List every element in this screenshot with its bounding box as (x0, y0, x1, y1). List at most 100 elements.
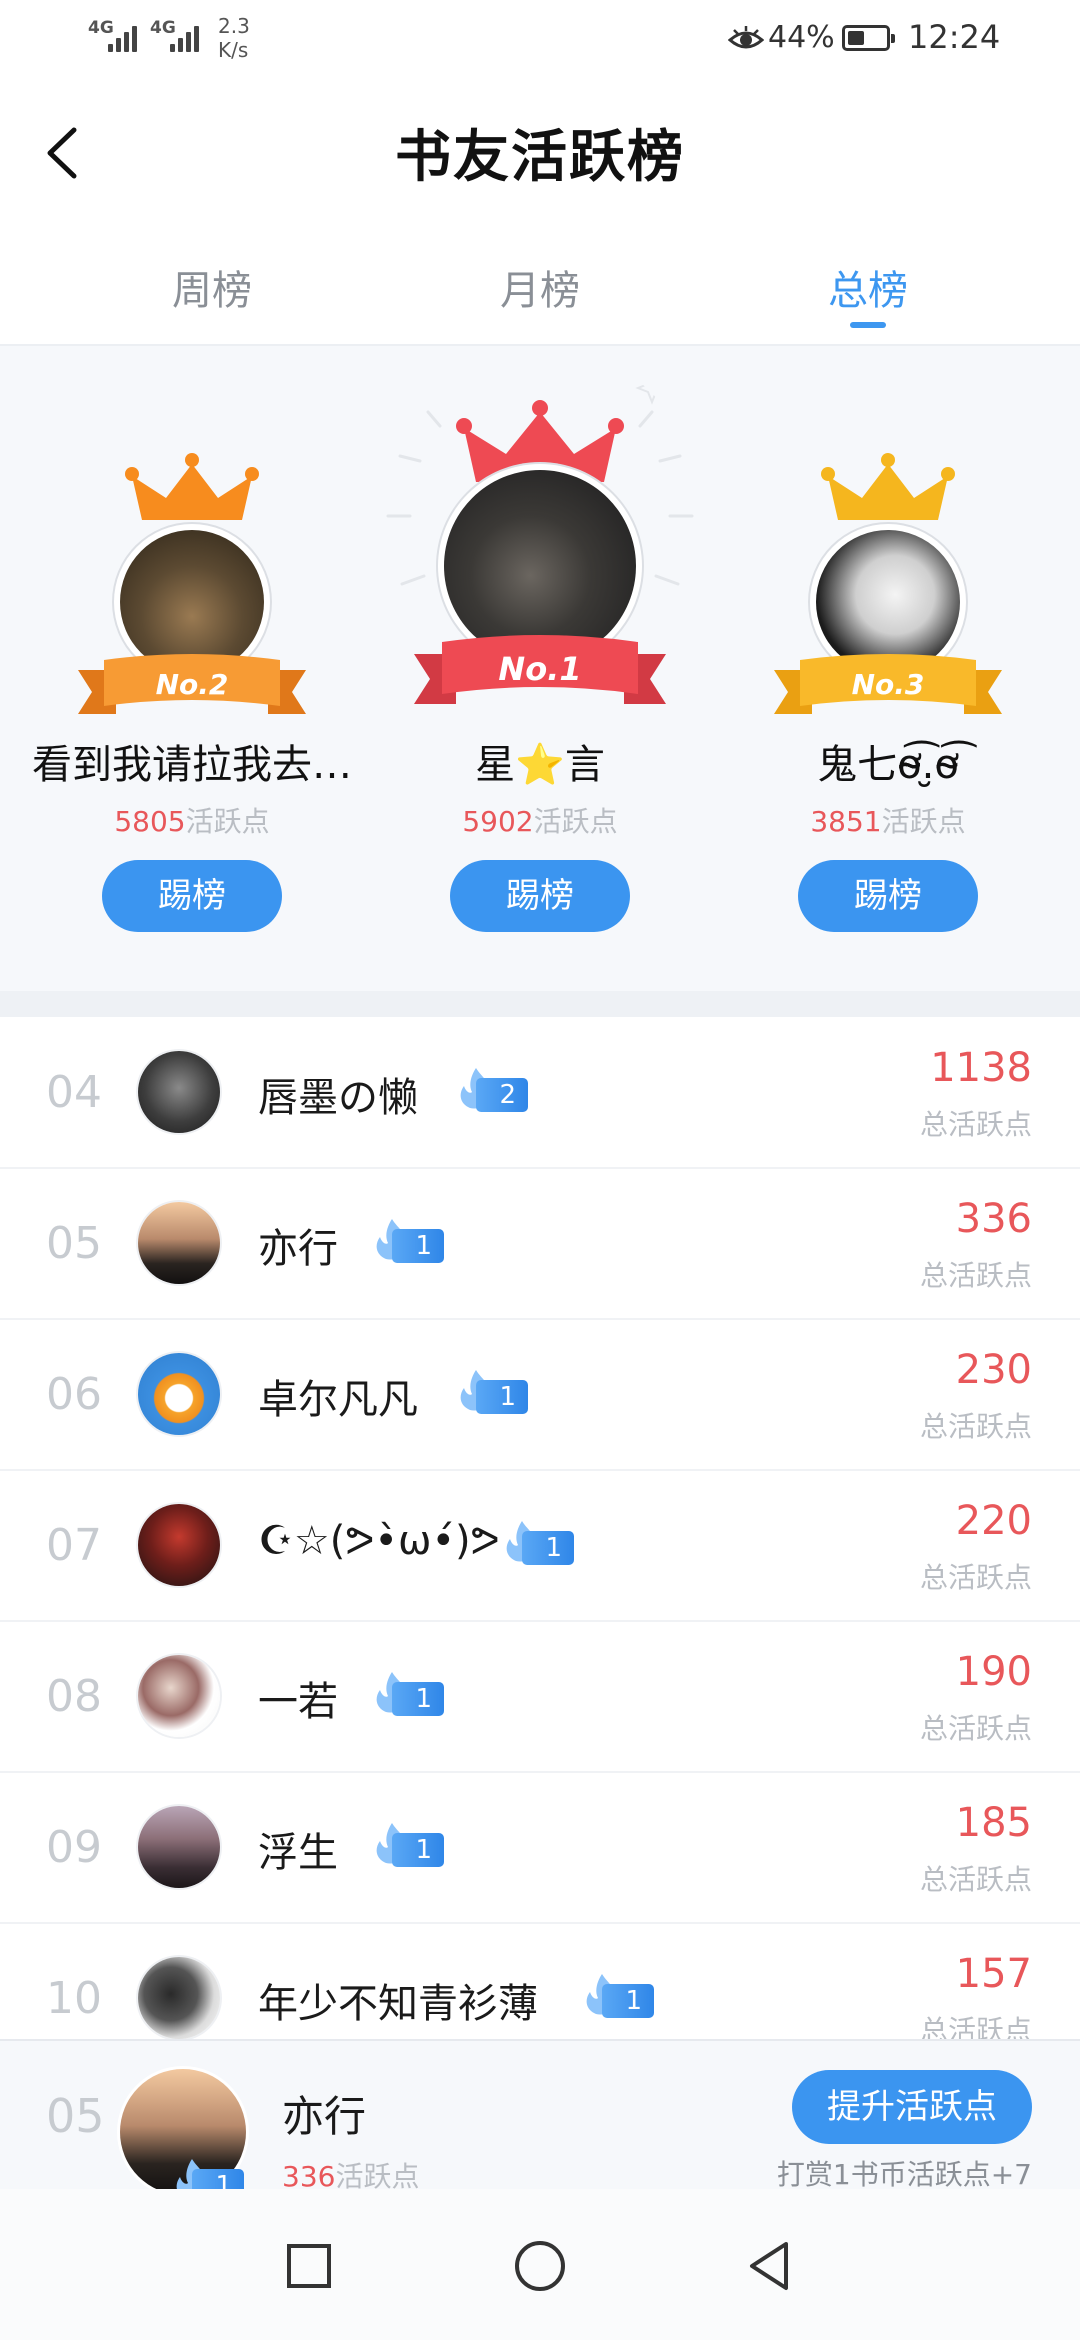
rank-number: 08 (46, 1671, 102, 1722)
clock: 12:24 (908, 18, 1001, 56)
crown-icon (125, 453, 259, 520)
list-item[interactable]: 09 浮生 1 185 总活跃点 (0, 1772, 1080, 1924)
user-name: 年少不知青衫薄 (258, 1981, 538, 2027)
points-value: 220 (955, 1498, 1032, 1544)
system-nav-bar (0, 2189, 1080, 2340)
rank-number: 04 (46, 1067, 102, 1118)
rank-number: 10 (46, 1973, 102, 2024)
ranking-tabs: 周榜 月榜 总榜 (0, 240, 1080, 346)
podium-first: No.1 星⭐言 5902活跃点 踢榜 (360, 346, 720, 991)
avatar[interactable] (138, 1806, 220, 1888)
my-rank-number: 05 (46, 2089, 105, 2143)
points-unit: 活跃点 (533, 805, 618, 838)
list-item[interactable]: 04 唇墨の懒 2 1138 总活跃点 (0, 1017, 1080, 1169)
podium-name: 星⭐言 (475, 742, 605, 788)
avatar[interactable] (138, 1202, 220, 1284)
points-unit: 活跃点 (881, 805, 966, 838)
points-value: 157 (955, 1951, 1032, 1997)
podium-points: 5805活跃点 (12, 800, 372, 840)
list-item[interactable]: 08 一若 1 190 总活跃点 (0, 1621, 1080, 1773)
network-speed: 2.3 K/s (218, 14, 250, 62)
level-number: 1 (476, 1380, 528, 1414)
signal-icon (170, 22, 200, 52)
home-circle-icon[interactable] (505, 2231, 575, 2301)
eye-icon (728, 26, 764, 49)
avatar[interactable] (138, 1051, 220, 1133)
level-number: 1 (602, 1984, 654, 2018)
podium-second: No.2 看到我请拉我去… 5805活跃点 踢榜 (12, 346, 372, 991)
points-value: 3851 (810, 805, 882, 838)
rank-number: 07 (46, 1520, 102, 1571)
section-divider (0, 991, 1080, 1017)
points-label: 总活跃点 (919, 2014, 1032, 2039)
points-value: 190 (955, 1649, 1032, 1695)
list-item[interactable]: 05 亦行 1 336 总活跃点 (0, 1168, 1080, 1320)
page-title: 书友活跃榜 (395, 124, 685, 190)
rank-ribbon-2: No.2 (78, 654, 306, 714)
signal-icon (108, 22, 138, 52)
battery-percent: 44% (768, 20, 835, 55)
points-value: 336 (955, 1196, 1032, 1242)
points-value: 5805 (114, 805, 186, 838)
podium-third: No.3 鬼七ơ̴̴̴̴̴̴͡.̮ơ̴̴͡ 3851活跃点 踢榜 (708, 346, 1068, 991)
rank-number: 09 (46, 1822, 102, 1873)
podium-points: 3851活跃点 (708, 800, 1068, 840)
podium-name: 鬼七ơ̴̴̴̴̴̴͡.̮ơ̴̴͡ (817, 742, 959, 788)
points-value: 185 (955, 1800, 1032, 1846)
points-unit: 活跃点 (185, 805, 270, 838)
battery-icon (842, 25, 895, 51)
points-label: 总活跃点 (919, 1108, 1032, 1141)
tab-weekly[interactable]: 周榜 (112, 258, 312, 316)
user-name: 唇墨の懒 (258, 1075, 418, 1121)
rank-ribbon-3: No.3 (774, 654, 1002, 714)
level-number: 1 (392, 1682, 444, 1716)
level-number: 1 (392, 1229, 444, 1263)
user-name: ☪☆(ᕗ•̀ω•́)ᕗ (258, 1518, 500, 1564)
my-name: 亦行 (282, 2092, 367, 2141)
list-item[interactable]: 10 年少不知青衫薄 1 157 总活跃点 (0, 1923, 1080, 2039)
kick-button[interactable]: 踢榜 (798, 860, 978, 932)
points-label: 总活跃点 (919, 1863, 1032, 1896)
kick-button[interactable]: 踢榜 (450, 860, 630, 932)
rank-badge-1: No.1 (498, 650, 581, 688)
avatar[interactable] (138, 1655, 220, 1737)
podium-top3: No.2 看到我请拉我去… 5805活跃点 踢榜 No.1 星⭐言 5902活跃… (0, 346, 1080, 991)
level-number: 1 (522, 1531, 574, 1565)
crown-icon (821, 453, 955, 520)
points-label: 总活跃点 (919, 1712, 1032, 1745)
rank-badge-3: No.3 (852, 668, 925, 701)
points-label: 总活跃点 (919, 1561, 1032, 1594)
my-rank-bar: 05 1 亦行 336活跃点 提升活跃点 打赏1书币活跃点+7 (0, 2039, 1080, 2203)
avatar[interactable] (138, 1957, 220, 2039)
speed-value: 2.3 (218, 14, 250, 38)
rank-number: 06 (46, 1369, 102, 1420)
speed-unit: K/s (218, 38, 249, 62)
rank-number: 05 (46, 1218, 102, 1269)
rank-badge-2: No.2 (156, 668, 229, 701)
points-value: 1138 (930, 1045, 1032, 1091)
user-name: 一若 (258, 1679, 338, 1725)
back-triangle-icon[interactable] (736, 2231, 806, 2301)
points-label: 总活跃点 (919, 1259, 1032, 1292)
battery-level (848, 31, 864, 45)
boost-hint: 打赏1书币活跃点+7 (776, 2158, 1032, 2191)
podium-name: 看到我请拉我去… (32, 742, 352, 788)
tab-total[interactable]: 总榜 (768, 258, 968, 316)
avatar[interactable] (138, 1504, 220, 1586)
rank-ribbon-1: No.1 (414, 635, 666, 704)
list-item[interactable]: 07 ☪☆(ᕗ•̀ω•́)ᕗ 1 220 总活跃点 (0, 1470, 1080, 1622)
level-number: 2 (476, 1078, 528, 1112)
list-item[interactable]: 06 卓尔凡凡 1 230 总活跃点 (0, 1319, 1080, 1471)
user-name: 浮生 (258, 1830, 338, 1876)
podium-points: 5902活跃点 (360, 800, 720, 840)
boost-points-button[interactable]: 提升活跃点 (792, 2070, 1032, 2144)
tab-monthly[interactable]: 月榜 (440, 258, 640, 316)
recent-apps-square-icon[interactable] (274, 2231, 344, 2301)
points-value: 5902 (462, 805, 534, 838)
status-bar: 4G 4G 2.3 K/s 44% 12:24 (0, 0, 1080, 80)
user-name: 亦行 (258, 1226, 338, 1272)
kick-button[interactable]: 踢榜 (102, 860, 282, 932)
level-number: 1 (392, 1833, 444, 1867)
avatar[interactable] (138, 1353, 220, 1435)
points-value: 230 (955, 1347, 1032, 1393)
